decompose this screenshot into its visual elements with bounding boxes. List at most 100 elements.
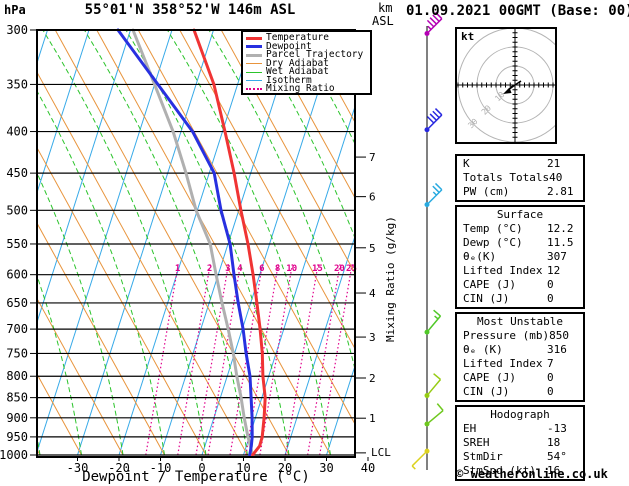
mixing-ratio-value: 6 (259, 264, 264, 274)
isotherm-line (368, 30, 450, 455)
indices-table: Surface Temp (°C) 12.2 Dewp (°C) 11.5 θₑ(K) 30… (455, 205, 585, 309)
table-row-label: StmDir (463, 450, 503, 463)
table-row-value: 7 (547, 357, 554, 370)
pressure-tick-label: 700 (6, 322, 28, 336)
table-row: SREH 18 (457, 436, 583, 450)
dry-adiabat-line (37, 71, 248, 456)
table-row-value: 40 (549, 171, 563, 184)
table-row-label: θₑ (K) (463, 343, 503, 356)
table-row-label: Lifted Index (463, 264, 543, 277)
altitude-unit-km: km (378, 1, 393, 15)
table-row: PW (cm) 2.81 (457, 185, 583, 199)
pressure-tick-label: 350 (6, 77, 28, 91)
pressure-axis-unit: hPa (4, 3, 26, 17)
table-row-value: 0 (547, 371, 554, 384)
table-row-value: 2.81 (547, 185, 574, 198)
mixing-ratio-value: 20 (334, 264, 345, 274)
mixing-ratio-value: 15 (312, 264, 323, 274)
isotherm-line (37, 30, 173, 454)
legend: Temperature Dewpoint Parcel Trajectory Dry … (241, 30, 372, 95)
table-row: CIN (J) 0 (457, 292, 583, 306)
table-row-label: Dewp (°C) (463, 236, 523, 249)
table-row-value: 11.5 (547, 236, 574, 249)
table-row-label: SREH (463, 436, 490, 449)
pressure-tick-label: 1000 (0, 448, 28, 462)
pressure-tick-label: 850 (6, 391, 28, 405)
table-section-header: Most Unstable (476, 315, 564, 328)
mixing-ratio-value: 10 (286, 264, 297, 274)
table-row-value: 850 (549, 329, 569, 342)
table-row: θₑ (K) 316 (457, 343, 583, 357)
table-row: Dewp (°C) 11.5 (457, 236, 583, 250)
pressure-tick-label: 900 (6, 411, 28, 425)
pressure-tick-label: 800 (6, 369, 28, 383)
table-row: Temp (°C) 12.2 (457, 222, 583, 236)
table-row: CAPE (J) 0 (457, 371, 583, 385)
table-row-value: 12 (547, 264, 561, 277)
pressure-tick-label: 950 (6, 430, 28, 444)
table-row-value: 12.2 (547, 222, 574, 235)
table-row: Pressure (mb) 850 (457, 329, 583, 343)
table-row-value: 54° (547, 450, 567, 463)
wet-adiabat-line (42, 30, 207, 456)
table-row-label: CAPE (J) (463, 371, 516, 384)
km-tick-label: 7 (369, 151, 376, 164)
km-tick-labels: 7 6 5 4 3 2 1 (355, 151, 376, 454)
table-row-value: 316 (547, 343, 567, 356)
table-row-value: 18 (547, 436, 561, 449)
table-row-label: K (463, 157, 470, 170)
pressure-tick-label: 650 (6, 296, 28, 310)
mixing-ratio-line (259, 261, 294, 456)
table-row-label: CIN (J) (463, 385, 510, 398)
legend-swatch-thick (246, 45, 262, 49)
table-row: θₑ(K) 307 (457, 250, 583, 264)
table-row-label: θₑ(K) (463, 250, 497, 263)
km-tick-label: 5 (369, 242, 376, 255)
table-row-value: 0 (547, 292, 554, 305)
isotherm-line (118, 30, 256, 456)
copyright: © weatheronline.co.uk (456, 467, 608, 481)
lcl-label: LCL (371, 446, 391, 459)
table-row: Lifted Index 7 (457, 357, 583, 371)
table-row-label: Temp (°C) (463, 222, 523, 235)
table-section-header: Surface (496, 208, 544, 221)
temp-tick-label: 40 (361, 461, 375, 475)
table-row: StmDir 54° (457, 450, 583, 464)
pressure-tick-label: 500 (6, 203, 28, 217)
table-row-label: PW (cm) (463, 185, 510, 198)
table-row-label: CIN (J) (463, 292, 510, 305)
legend-swatch-thin (246, 80, 262, 82)
pressure-tick-label: 300 (6, 23, 28, 37)
table-row-label: EH (463, 422, 477, 435)
km-tick-label: 6 (369, 191, 376, 204)
legend-swatch-thin (246, 63, 262, 65)
hodograph-unit: kt (461, 30, 475, 43)
legend-swatch-thick (246, 36, 262, 40)
table-row-value: 21 (547, 157, 561, 170)
mixing-ratio-value: 2 (207, 264, 212, 274)
table-row: Totals Totals 40 (457, 171, 583, 185)
legend-swatch-thick (246, 53, 262, 57)
dry-adiabat-line (37, 146, 207, 456)
pressure-tick-label: 450 (6, 166, 28, 180)
pressure-tick-label: 750 (6, 346, 28, 360)
x-axis-label: Dewpoint / Temperature (°C) (82, 469, 310, 485)
mixing-ratio-value: 4 (237, 264, 243, 274)
table-row-value: 307 (547, 250, 567, 263)
table-row-value: -13 (547, 422, 567, 435)
legend-swatch-thin (246, 71, 262, 73)
km-tick-label: 1 (369, 412, 376, 425)
pressure-tick-label: 550 (6, 237, 28, 251)
pressure-tick-label: 400 (6, 125, 28, 139)
skewt-plot: 1 2 3 4 6 8 10 15 20 2530035040045050055060065070… (0, 11, 450, 475)
isotherm-line (77, 30, 214, 456)
isotherms (37, 30, 450, 456)
table-row: EH -13 (457, 422, 583, 436)
background-grid (37, 30, 450, 456)
mixing-ratio-value: 1 (175, 264, 180, 274)
table-row-value: 0 (547, 385, 554, 398)
mixing-ratio-value: 3 (225, 264, 230, 274)
run-datetime: 01.09.2021 00GMT (Base: 00) (406, 3, 629, 19)
table-row: Lifted Index 12 (457, 264, 583, 278)
table-row-label: Pressure (mb) (463, 329, 550, 342)
